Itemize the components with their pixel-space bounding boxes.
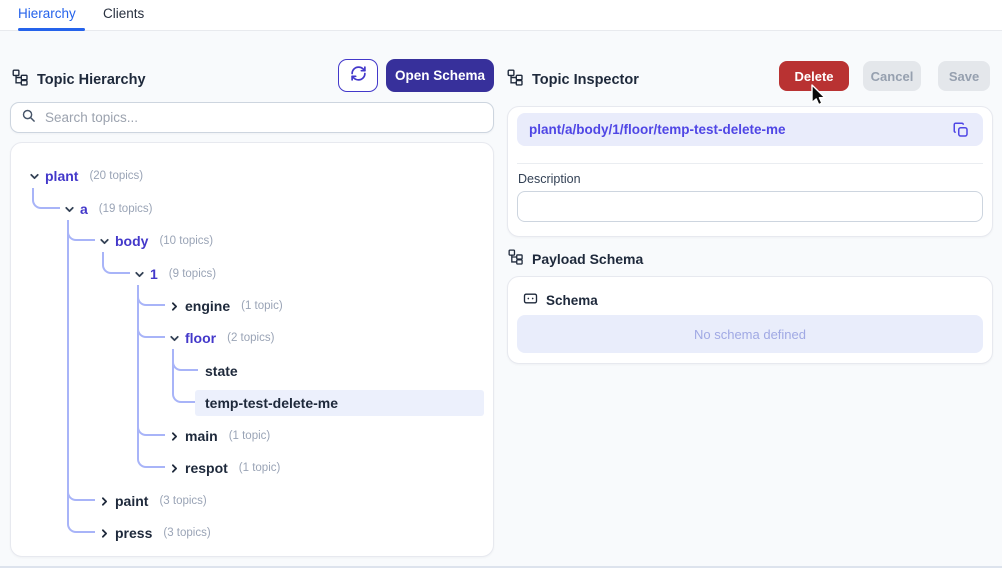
tree-connector [32,188,60,209]
tree-connector [137,285,165,468]
topic-hierarchy-icon [12,69,29,90]
chevron-down-icon[interactable] [132,267,146,281]
payload-schema-header: Payload Schema [508,249,643,268]
tree-node-plant[interactable]: plant (20 topics) [27,163,143,189]
topic-inspector-title: Topic Inspector [532,71,639,88]
no-schema-box: No schema defined [517,315,983,353]
search-box [10,102,494,133]
topic-hierarchy-header: Topic Hierarchy [12,69,146,90]
tree-node-respot[interactable]: respot (1 topic) [167,455,280,481]
payload-schema-icon [508,249,524,268]
description-label: Description [518,172,581,186]
refresh-button[interactable] [338,59,378,92]
search-icon [21,108,36,128]
tree-node-a[interactable]: a (19 topics) [62,196,152,222]
schema-icon [523,291,538,309]
copy-button[interactable] [951,120,971,140]
chevron-down-icon[interactable] [167,331,181,345]
open-schema-button[interactable]: Open Schema [386,59,494,92]
delete-button[interactable]: Delete [779,61,849,91]
description-input[interactable] [517,191,983,222]
active-tab-underline [18,28,85,31]
chevron-right-icon[interactable] [97,494,111,508]
tree-node-main[interactable]: main (1 topic) [167,423,270,449]
chevron-down-icon[interactable] [27,169,41,183]
tab-clients[interactable]: Clients [103,6,144,21]
tree-node-paint[interactable]: paint (3 topics) [97,488,207,514]
chevron-right-icon[interactable] [167,429,181,443]
topic-hierarchy-title: Topic Hierarchy [37,71,146,88]
search-input[interactable] [45,110,483,125]
schema-label: Schema [546,292,598,308]
tree-node-1[interactable]: 1 (9 topics) [132,261,216,287]
topic-inspector-icon [507,69,524,90]
tree-node-engine[interactable]: engine (1 topic) [167,293,283,319]
topic-path: plant/a/body/1/floor/temp-test-delete-me [529,122,786,137]
topic-path-box: plant/a/body/1/floor/temp-test-delete-me [517,113,983,146]
topic-inspector-header: Topic Inspector [507,69,639,90]
save-button[interactable]: Save [938,61,990,91]
chevron-right-icon[interactable] [167,299,181,313]
chevron-right-icon[interactable] [97,526,111,540]
tree-connector [102,252,130,274]
schema-label-row: Schema [523,291,598,309]
payload-schema-title: Payload Schema [532,250,644,267]
chevron-down-icon[interactable] [62,202,76,216]
cancel-button[interactable]: Cancel [863,61,921,91]
chevron-down-icon[interactable] [97,234,111,248]
tab-hierarchy[interactable]: Hierarchy [18,6,76,21]
tree-node-body[interactable]: body (10 topics) [97,228,213,254]
tree-node-temp-test-delete-me[interactable]: temp-test-delete-me [195,390,484,416]
tree-node-floor[interactable]: floor (2 topics) [167,325,274,351]
inspector-divider [517,163,983,164]
refresh-icon [350,65,367,87]
tree-node-press[interactable]: press (3 topics) [97,520,211,546]
chevron-right-icon[interactable] [167,461,181,475]
tree-connector [67,220,95,533]
tree-node-state[interactable]: state [205,358,238,384]
app-window: Hierarchy Clients Topic Hierarchy Open S… [0,0,1002,568]
tab-bar: Hierarchy Clients [0,0,1002,31]
no-schema-text: No schema defined [693,326,806,342]
